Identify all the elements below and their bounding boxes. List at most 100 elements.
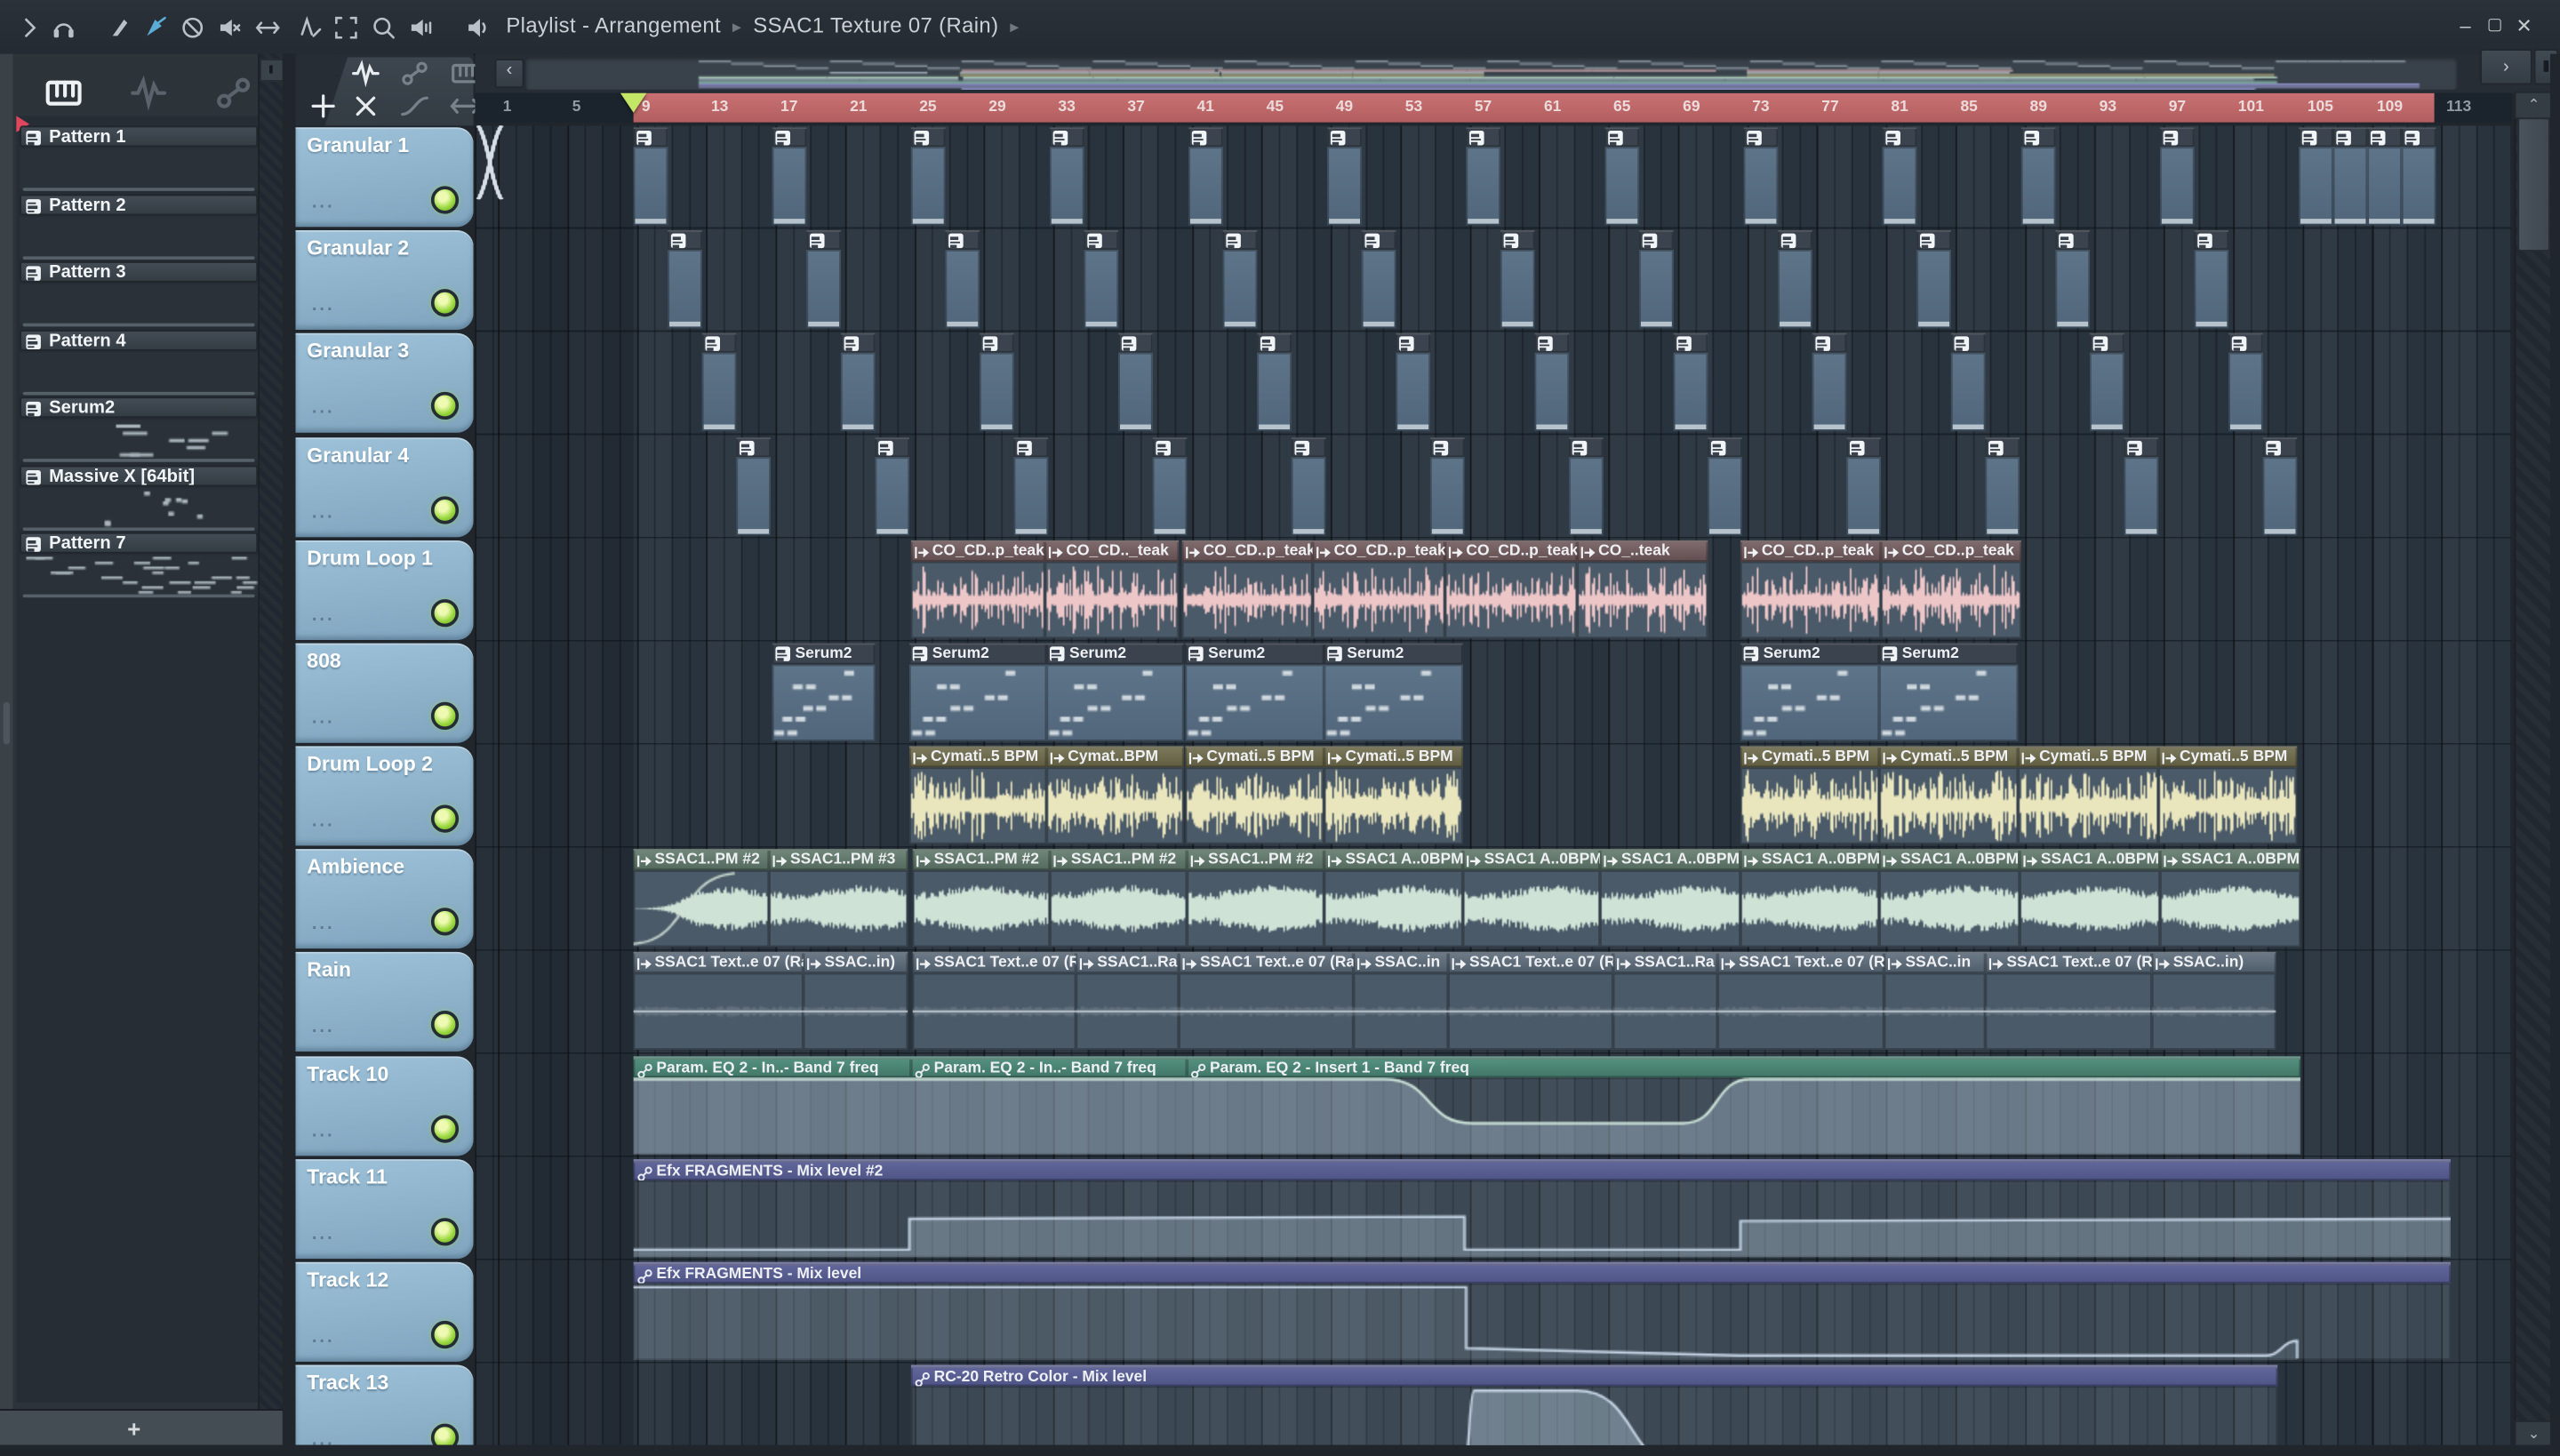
pattern-clip[interactable] <box>701 332 737 431</box>
pattern-clip[interactable] <box>806 229 841 329</box>
close-button[interactable]: ✕ <box>2511 15 2537 38</box>
pattern-clip[interactable] <box>1013 437 1049 536</box>
picker-scroll-button[interactable] <box>260 59 284 82</box>
scroll-up-button[interactable]: ⌃ <box>2514 91 2554 120</box>
hscrollbar[interactable] <box>525 57 2458 91</box>
pl-tab-audio[interactable] <box>349 60 382 88</box>
track-mute-led[interactable] <box>430 289 460 317</box>
audio-clip[interactable]: CO_CD.._teak <box>1044 540 1180 639</box>
pattern-clip[interactable] <box>1950 332 1986 431</box>
audio-clip[interactable]: SSAC1..PM #2 <box>1187 849 1324 948</box>
pattern-clip[interactable] <box>1778 229 1812 329</box>
automation-clip-header[interactable]: Efx FRAGMENTS - Mix level #2 <box>633 1159 2451 1180</box>
audio-clip[interactable]: SSAC..in <box>1884 951 1986 1051</box>
pl-curve-tool[interactable] <box>398 93 431 119</box>
audio-clip[interactable]: Cymati..5 BPM <box>2018 746 2159 844</box>
track-mute-led[interactable] <box>430 804 460 833</box>
pattern-item[interactable]: Pattern 7 <box>20 532 259 554</box>
track-options-dots[interactable]: ··· <box>312 508 335 527</box>
panel-resize-handle[interactable] <box>3 701 11 745</box>
preview-tool-icon[interactable] <box>406 13 436 43</box>
audio-clip[interactable]: SSAC1 A..0BPM <box>1599 849 1740 948</box>
pattern-clip[interactable] <box>1708 437 1742 536</box>
automation-clip-header[interactable]: Param. EQ 2 - In..- Band 7 freq <box>633 1056 911 1078</box>
audio-clip[interactable]: SSAC1 A..0BPM <box>1462 849 1600 948</box>
playhead-marker[interactable] <box>620 92 647 113</box>
audio-clip[interactable]: SSAC..in) <box>2151 951 2276 1051</box>
pattern-clip[interactable]: Serum2 <box>1185 643 1324 741</box>
select-tool-icon[interactable] <box>332 13 361 43</box>
add-pattern-button[interactable]: + <box>127 1415 140 1441</box>
paint-tool-icon[interactable] <box>140 13 170 43</box>
pattern-clip[interactable] <box>1846 437 1881 536</box>
track-options-dots[interactable]: ··· <box>312 1229 335 1249</box>
track-options-dots[interactable]: ··· <box>312 300 335 320</box>
track-mute-led[interactable] <box>430 701 460 731</box>
pattern-clip[interactable] <box>1916 229 1951 329</box>
pattern-item[interactable]: Serum2 <box>20 396 259 419</box>
audio-clip[interactable]: Cymati..5 BPM <box>1185 746 1324 844</box>
track-mute-led[interactable] <box>430 496 460 524</box>
track-header[interactable]: 808 ··· <box>295 643 474 743</box>
pattern-clip[interactable] <box>1257 332 1292 431</box>
audio-clip[interactable]: SSAC1..PM #2 <box>633 849 770 948</box>
pattern-clip[interactable] <box>875 437 910 536</box>
audio-clip[interactable]: SSAC1 A..0BPM <box>1324 849 1463 948</box>
pattern-clip[interactable] <box>1466 127 1500 226</box>
pattern-clip[interactable]: Serum2 <box>1046 643 1184 741</box>
pattern-clip[interactable] <box>1188 127 1223 226</box>
pattern-clip[interactable] <box>1050 127 1084 226</box>
pattern-clip[interactable] <box>1604 127 1640 226</box>
track-mute-led[interactable] <box>430 1320 460 1349</box>
pattern-clip[interactable]: Serum2 <box>772 643 876 741</box>
pattern-clip[interactable] <box>736 437 771 536</box>
track-header[interactable]: Granular 4 ··· <box>295 437 474 538</box>
mute-tool-icon[interactable] <box>214 13 244 43</box>
track-header[interactable]: Granular 2 ··· <box>295 229 474 331</box>
audio-clip[interactable]: Cymat..BPM <box>1046 746 1184 844</box>
audio-clip[interactable]: SSAC1 A..0BPM <box>2020 849 2160 948</box>
audio-clip[interactable]: SSAC1 A..0BPM <box>1740 849 1880 948</box>
pattern-clip[interactable] <box>2401 127 2436 226</box>
scroll-down-button[interactable]: ⌄ <box>2514 1420 2554 1449</box>
pattern-clip[interactable] <box>1429 437 1465 536</box>
automation-clip-header[interactable]: RC-20 Retro Color - Mix level <box>910 1364 2278 1387</box>
pattern-clip[interactable] <box>1639 229 1674 329</box>
audio-clip[interactable]: SSAC1 Text..e 07 (Ra <box>1985 951 2152 1051</box>
pattern-clip[interactable] <box>2262 437 2298 536</box>
pattern-clip[interactable] <box>1327 127 1362 226</box>
pattern-clip[interactable] <box>668 229 702 329</box>
breadcrumb-song[interactable]: SSAC1 Texture 07 (Rain) <box>753 13 998 38</box>
track-header[interactable]: Track 11 ··· <box>295 1159 474 1260</box>
pattern-clip[interactable] <box>980 332 1014 431</box>
slip-tool-icon[interactable] <box>105 13 134 43</box>
picker-tab-automation-link-icon[interactable] <box>212 77 255 108</box>
pattern-clip[interactable] <box>633 127 668 226</box>
pattern-clip[interactable] <box>1291 437 1326 536</box>
track-header[interactable]: Track 12 ··· <box>295 1261 474 1362</box>
audio-clip[interactable]: CO_CD..p_teak <box>1312 540 1445 639</box>
pl-tab-automation[interactable] <box>398 60 431 86</box>
automation-clip-header[interactable]: Efx FRAGMENTS - Mix level <box>633 1261 2451 1284</box>
audio-clip[interactable]: SSAC1 Text..e 07 (Ra <box>633 951 804 1051</box>
audio-clip[interactable]: CO_CD..p_teak <box>910 540 1045 639</box>
pattern-clip[interactable] <box>945 229 980 329</box>
pattern-item[interactable]: Pattern 1 <box>20 125 259 148</box>
track-header[interactable]: Rain ··· <box>295 951 474 1052</box>
track-options-dots[interactable]: ··· <box>312 404 335 423</box>
automation-clip-header[interactable]: Param. EQ 2 - In..- Band 7 freq <box>910 1056 1188 1078</box>
audio-clip[interactable]: SSAC1 Text..e 07 (Ra <box>912 951 1076 1051</box>
audio-clip[interactable]: CO_CD..p_teak <box>1444 540 1578 639</box>
track-mute-led[interactable] <box>430 1218 460 1246</box>
track-header[interactable]: Ambience ··· <box>295 849 474 949</box>
pattern-clip[interactable] <box>2055 229 2091 329</box>
pattern-clip[interactable] <box>1084 229 1119 329</box>
pattern-clip[interactable] <box>1569 437 1604 536</box>
track-header[interactable]: Drum Loop 1 ··· <box>295 540 474 640</box>
timeline-ruler[interactable]: 1 5 9 13 17 21 25 29 33 37 41 45 49 53 57 61 65 69 73 77 81 8… <box>475 92 2511 123</box>
pattern-clip[interactable] <box>1534 332 1570 431</box>
audio-clip[interactable]: SSAC1 Text..e 07 (Ra <box>1448 951 1613 1051</box>
track-options-dots[interactable]: ··· <box>312 919 335 939</box>
track-header[interactable]: Track 10 ··· <box>295 1056 474 1156</box>
audio-clip[interactable]: Cymati..5 BPM <box>1879 746 2019 844</box>
